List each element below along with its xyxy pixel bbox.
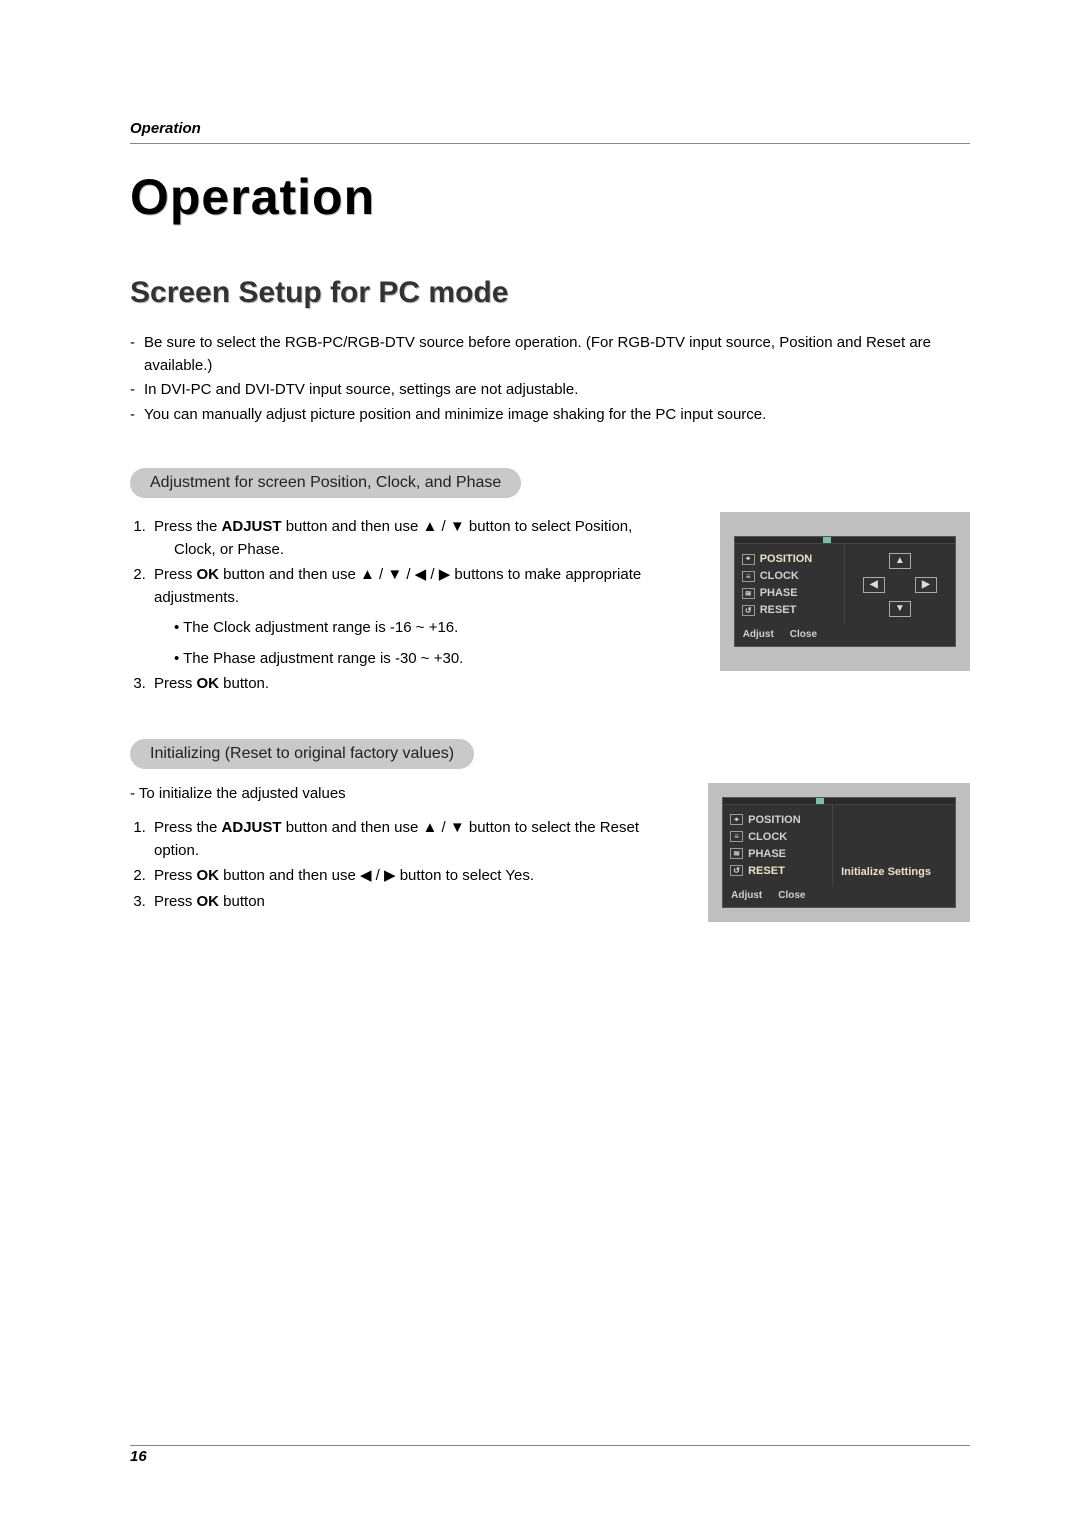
phase-icon: ≋ — [730, 848, 743, 859]
osd-left-col: ⌖ POSITION ≡ CLOCK ≋ PHASE ↺ RESET — [735, 544, 845, 625]
clock-icon: ≡ — [730, 831, 743, 842]
step: Press the ADJUST button and then use ▲ /… — [150, 516, 660, 561]
dpad-right[interactable]: ▶ — [915, 577, 937, 593]
osd-illustration-2: ⌖ POSITION ≡ CLOCK ≋ PHASE ↺ RESET Initializ… — [708, 783, 970, 922]
manual-page: Operation Operation Screen Setup for PC … — [0, 0, 1080, 1525]
osd-item-label: PHASE — [760, 587, 798, 599]
osd-item-position[interactable]: ⌖ POSITION — [727, 812, 828, 828]
osd-item-label: CLOCK — [760, 570, 799, 582]
section1-text-col: Press the ADJUST button and then use ▲ /… — [130, 512, 660, 699]
section2-lead-text: - To initialize the adjusted values — [130, 783, 648, 806]
position-icon: ⌖ — [742, 554, 755, 565]
osd-menu[interactable]: ⌖ POSITION ≡ CLOCK ≋ PHASE ↺ RESET ▲ ◀ ▶ ▼ — [734, 536, 956, 647]
dpad-middle-row: ◀ ▶ — [863, 577, 937, 593]
intro-bullet: You can manually adjust picture position… — [130, 404, 970, 427]
section2-two-col: - To initialize the adjusted values Pres… — [130, 783, 970, 922]
dpad-down[interactable]: ▼ — [889, 601, 911, 617]
intro-bullet-text: Be sure to select the RGB-PC/RGB-DTV sou… — [144, 332, 970, 377]
osd-illustration-1: ⌖ POSITION ≡ CLOCK ≋ PHASE ↺ RESET ▲ ◀ ▶ ▼ — [720, 512, 970, 671]
osd-right-col: Initialize Settings — [833, 805, 955, 886]
osd-topbar — [723, 798, 955, 805]
adjust-button-label: ADJUST — [222, 819, 282, 836]
section1-two-col: Press the ADJUST button and then use ▲ /… — [130, 512, 970, 699]
intro-bullet: Be sure to select the RGB-PC/RGB-DTV sou… — [130, 332, 970, 377]
osd-menu[interactable]: ⌖ POSITION ≡ CLOCK ≋ PHASE ↺ RESET Initializ… — [722, 797, 956, 908]
footer-rule — [130, 1445, 970, 1446]
osd-footer: Adjust Close — [723, 886, 955, 907]
osd-close-hint[interactable]: Close — [778, 890, 805, 901]
osd-item-label: PHASE — [748, 848, 786, 860]
clock-icon: ≡ — [742, 571, 755, 582]
osd-item-label: RESET — [760, 604, 797, 616]
up-down-arrows-icon: ▲ / ▼ — [423, 518, 465, 535]
step: Press OK button. — [150, 673, 660, 696]
intro-bullet: In DVI-PC and DVI-DTV input source, sett… — [130, 379, 970, 402]
osd-item-phase[interactable]: ≋ PHASE — [739, 585, 840, 601]
ok-button-label: OK — [197, 893, 220, 910]
reset-icon: ↺ — [742, 605, 755, 616]
header-rule — [130, 143, 970, 144]
initialize-settings-label[interactable]: Initialize Settings — [841, 866, 931, 878]
all-arrows-icon: ▲ / ▼ / ◀ / ▶ — [360, 566, 450, 583]
osd-item-position[interactable]: ⌖ POSITION — [739, 551, 840, 567]
subsection-pill-adjustment: Adjustment for screen Position, Clock, a… — [130, 468, 521, 498]
page-title: Operation — [130, 168, 970, 226]
osd-item-clock[interactable]: ≡ CLOCK — [739, 568, 840, 584]
left-right-arrows-icon: ◀ / ▶ — [360, 867, 396, 884]
osd-body: ⌖ POSITION ≡ CLOCK ≋ PHASE ↺ RESET Initializ… — [723, 805, 955, 886]
down-arrow-icon: ▼ — [895, 603, 905, 614]
osd-left-col: ⌖ POSITION ≡ CLOCK ≋ PHASE ↺ RESET — [723, 805, 833, 886]
right-arrow-icon: ▶ — [922, 579, 930, 590]
page-footer: 16 — [130, 1445, 970, 1465]
intro-bullet-text: In DVI-PC and DVI-DTV input source, sett… — [144, 379, 578, 402]
dpad-up[interactable]: ▲ — [889, 553, 911, 569]
osd-adjust-hint[interactable]: Adjust — [731, 890, 762, 901]
running-head: Operation — [130, 120, 970, 137]
left-arrow-icon: ◀ — [870, 579, 878, 590]
intro-bullet-text: You can manually adjust picture position… — [144, 404, 766, 427]
up-down-arrows-icon: ▲ / ▼ — [423, 819, 465, 836]
ok-button-label: OK — [197, 867, 220, 884]
ok-button-label: OK — [197, 675, 220, 692]
range-note: • The Clock adjustment range is -16 ~ +1… — [174, 617, 660, 640]
section2-lead: - To initialize the adjusted values — [130, 783, 648, 806]
section1-steps: Press the ADJUST button and then use ▲ /… — [130, 516, 660, 696]
osd-item-label: CLOCK — [748, 831, 787, 843]
osd-item-reset[interactable]: ↺ RESET — [739, 602, 840, 618]
position-icon: ⌖ — [730, 814, 743, 825]
section2-steps: Press the ADJUST button and then use ▲ /… — [130, 817, 648, 913]
step-cont: Clock, or Phase. — [174, 539, 660, 562]
osd-item-label: RESET — [748, 865, 785, 877]
adjust-button-label: ADJUST — [222, 518, 282, 535]
phase-icon: ≋ — [742, 588, 755, 599]
osd-body: ⌖ POSITION ≡ CLOCK ≋ PHASE ↺ RESET ▲ ◀ ▶ ▼ — [735, 544, 955, 625]
osd-topbar — [735, 537, 955, 544]
osd-item-phase[interactable]: ≋ PHASE — [727, 846, 828, 862]
step: Press OK button and then use ▲ / ▼ / ◀ /… — [150, 564, 660, 670]
osd-adjust-hint[interactable]: Adjust — [743, 629, 774, 640]
osd-right-col: ▲ ◀ ▶ ▼ — [845, 544, 955, 625]
osd-item-label: POSITION — [748, 814, 801, 826]
intro-bullet-list: Be sure to select the RGB-PC/RGB-DTV sou… — [130, 332, 970, 426]
step: Press OK button and then use ◀ / ▶ butto… — [150, 865, 648, 888]
dpad-left[interactable]: ◀ — [863, 577, 885, 593]
section-heading-pc-mode: Screen Setup for PC mode — [130, 276, 970, 310]
section2-text-col: - To initialize the adjusted values Pres… — [130, 783, 648, 917]
osd-close-hint[interactable]: Close — [790, 629, 817, 640]
up-arrow-icon: ▲ — [895, 555, 905, 566]
subsection-pill-initializing: Initializing (Reset to original factory … — [130, 739, 474, 769]
osd-item-clock[interactable]: ≡ CLOCK — [727, 829, 828, 845]
reset-icon: ↺ — [730, 865, 743, 876]
osd-footer: Adjust Close — [735, 625, 955, 646]
range-note: • The Phase adjustment range is -30 ~ +3… — [174, 648, 660, 671]
page-number: 16 — [130, 1448, 970, 1465]
osd-item-label: POSITION — [760, 553, 813, 565]
step: Press OK button — [150, 891, 648, 914]
ok-button-label: OK — [197, 566, 220, 583]
step: Press the ADJUST button and then use ▲ /… — [150, 817, 648, 862]
osd-item-reset[interactable]: ↺ RESET — [727, 863, 828, 879]
